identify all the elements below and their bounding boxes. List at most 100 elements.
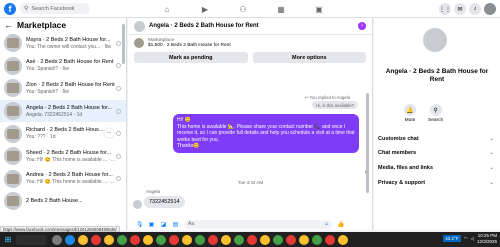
listing-summary[interactable]: Marketplace $1,500 · 2 Beds 2 Bath House…	[128, 35, 372, 51]
gif-icon[interactable]: ▤	[172, 221, 179, 228]
bell-icon[interactable]: ♪	[469, 3, 481, 15]
chat-name: Richard · 2 Beds 2 Bath Hous...	[26, 127, 104, 134]
chat-item-zion[interactable]: Zion · 2 Beds 2 Bath House for Rent You: …	[0, 77, 126, 100]
search-label: Search	[428, 118, 444, 123]
chat-item-mayra[interactable]: Mayra · 2 Beds 2 Bath House for... You: T…	[0, 32, 126, 55]
read-indicator	[116, 85, 121, 91]
chrome-icon[interactable]	[91, 234, 101, 245]
chat-item-richard[interactable]: Richard · 2 Beds 2 Bath Hous... You: ??? …	[0, 122, 126, 145]
windows-start-icon[interactable]: ⊞	[2, 234, 14, 246]
chrome-icon[interactable]	[234, 234, 244, 245]
main-nav: ⌂ ▶ ⚇ ▦ ▣	[148, 0, 338, 18]
emoji-icon[interactable]: ☺	[324, 221, 329, 227]
privacy-support-section[interactable]: Privacy & support ⌄	[378, 180, 494, 186]
conversation-title[interactable]: Angela · 2 Beds 2 Bath House for Rent	[149, 23, 259, 29]
chrome-icon[interactable]	[143, 234, 153, 245]
chat-item-angela[interactable]: Angela · 2 Beds 2 Bath House for... Angel…	[0, 99, 126, 123]
media-files-links-section[interactable]: Media, files and links ⌄	[378, 165, 494, 171]
message-input[interactable]: Aa ☺	[184, 219, 332, 229]
listing-actions: Mark as pending More options	[128, 51, 372, 63]
image-icon[interactable]: ▣	[148, 221, 155, 228]
taskbar-search[interactable]	[16, 234, 46, 245]
file-explorer-icon[interactable]	[52, 234, 62, 245]
app-icon[interactable]	[65, 234, 75, 245]
chrome-icon[interactable]	[221, 234, 231, 245]
chrome-icon[interactable]	[273, 234, 283, 245]
clock-date: 12/3/2025	[476, 238, 497, 244]
chat-preview: You: Hi! 😊 This home is available ... · …	[26, 156, 116, 163]
chat-item-partial[interactable]: 2 Beds 2 Bath House...	[0, 190, 126, 213]
video-icon[interactable]: ▶	[186, 0, 224, 18]
profile-avatar[interactable]	[484, 3, 496, 15]
sender-name: Angela	[146, 189, 161, 194]
facebook-logo[interactable]: f	[4, 2, 16, 15]
search-input[interactable]: ⚲ Search Facebook	[20, 3, 90, 14]
read-indicator	[116, 108, 121, 114]
weather-temp[interactable]: 43.2°F	[443, 235, 461, 242]
chat-name: Zion · 2 Beds 2 Bath House for Rent	[26, 81, 115, 88]
listing-avatar	[4, 192, 22, 211]
volume-icon[interactable]: ◁	[471, 236, 474, 242]
messenger-icon[interactable]: ✉	[454, 3, 466, 15]
read-indicator	[116, 176, 121, 182]
more-options-button[interactable]: More options	[252, 52, 366, 63]
friends-icon[interactable]: ⚇	[224, 0, 262, 18]
chat-members-section[interactable]: Chat members ⌄	[378, 150, 494, 156]
chevron-down-icon: ⌄	[489, 150, 494, 156]
chrome-icon[interactable]	[325, 234, 335, 245]
chat-item-sheed[interactable]: Sheed · 2 Beds 2 Bath House for... You: H…	[0, 145, 126, 168]
account-controls: ⋮⋮ ✉ ♪	[439, 3, 496, 15]
info-icon[interactable]: i	[358, 22, 366, 30]
clock[interactable]: 10:25 PM 12/3/2025	[477, 233, 497, 244]
chrome-icon[interactable]	[260, 234, 270, 245]
section-label: Privacy & support	[378, 180, 426, 186]
chrome-icon[interactable]	[299, 234, 309, 245]
chrome-icon[interactable]	[78, 234, 88, 245]
microphone-icon[interactable]: 🎙	[136, 221, 144, 228]
chat-name: Andrea · 2 Beds 2 Bath House for...	[26, 172, 113, 179]
chat-list-scrollbar[interactable]	[122, 24, 125, 64]
menu-grid-icon[interactable]: ⋮⋮	[439, 3, 451, 15]
chat-preview: You: Spanish? · 6w	[26, 66, 69, 73]
like-icon[interactable]: 👍	[337, 221, 344, 228]
chrome-icon[interactable]	[104, 234, 114, 245]
gaming-icon[interactable]: ▣	[300, 0, 338, 18]
customize-chat-section[interactable]: Customize chat ⌄	[378, 136, 494, 142]
chrome-icon[interactable]	[182, 234, 192, 245]
chat-name: Asé · 2 Beds 2 Bath House for Rent	[26, 59, 114, 66]
chrome-icon[interactable]	[312, 234, 322, 245]
wifi-icon[interactable]: ◠	[464, 236, 468, 242]
sticker-icon[interactable]: ◪	[160, 221, 167, 228]
conversation-scrollbar[interactable]	[366, 93, 369, 193]
contact-avatar[interactable]	[134, 20, 145, 32]
outgoing-message[interactable]: Hi! 😊 This home is available 🏡. Please s…	[173, 114, 359, 153]
chat-item-andrea[interactable]: Andrea · 2 Beds 2 Bath House for... You: …	[0, 168, 126, 191]
chat-preview: You: The owner will contact you... · 9w	[26, 43, 112, 50]
message-placeholder: Aa	[188, 221, 195, 227]
chevron-down-icon: ⌄	[489, 165, 494, 171]
chrome-icon[interactable]	[195, 234, 205, 245]
chrome-icon[interactable]	[117, 234, 127, 245]
chrome-icon[interactable]	[169, 234, 179, 245]
chrome-icon[interactable]	[208, 234, 218, 245]
mute-action[interactable]: 🔔 Mute	[404, 104, 416, 123]
listing-avatar	[4, 34, 22, 53]
listing-avatar	[4, 56, 22, 75]
store-icon[interactable]: ▦	[262, 0, 300, 18]
chrome-icon[interactable]	[156, 234, 166, 245]
chrome-icon[interactable]	[130, 234, 140, 245]
chrome-icon[interactable]	[286, 234, 296, 245]
back-arrow-icon[interactable]: ←	[4, 20, 13, 30]
home-icon[interactable]: ⌂	[148, 0, 186, 18]
read-indicator	[116, 40, 121, 46]
reply-quote: Hi, is this available?	[312, 101, 358, 109]
chat-item-ase[interactable]: Asé · 2 Beds 2 Bath House for Rent You: S…	[0, 55, 126, 78]
chrome-icon[interactable]	[338, 234, 348, 245]
listing-avatar	[4, 79, 22, 98]
mark-as-pending-button[interactable]: Mark as pending	[134, 52, 248, 63]
incoming-message[interactable]: 7322452514	[144, 196, 185, 208]
conversation-header: Angela · 2 Beds 2 Bath House for Rent i	[128, 18, 372, 35]
chrome-icon[interactable]	[247, 234, 257, 245]
search-action[interactable]: ⚲ Search	[428, 104, 443, 123]
chevron-down-icon: ⌄	[489, 180, 494, 186]
